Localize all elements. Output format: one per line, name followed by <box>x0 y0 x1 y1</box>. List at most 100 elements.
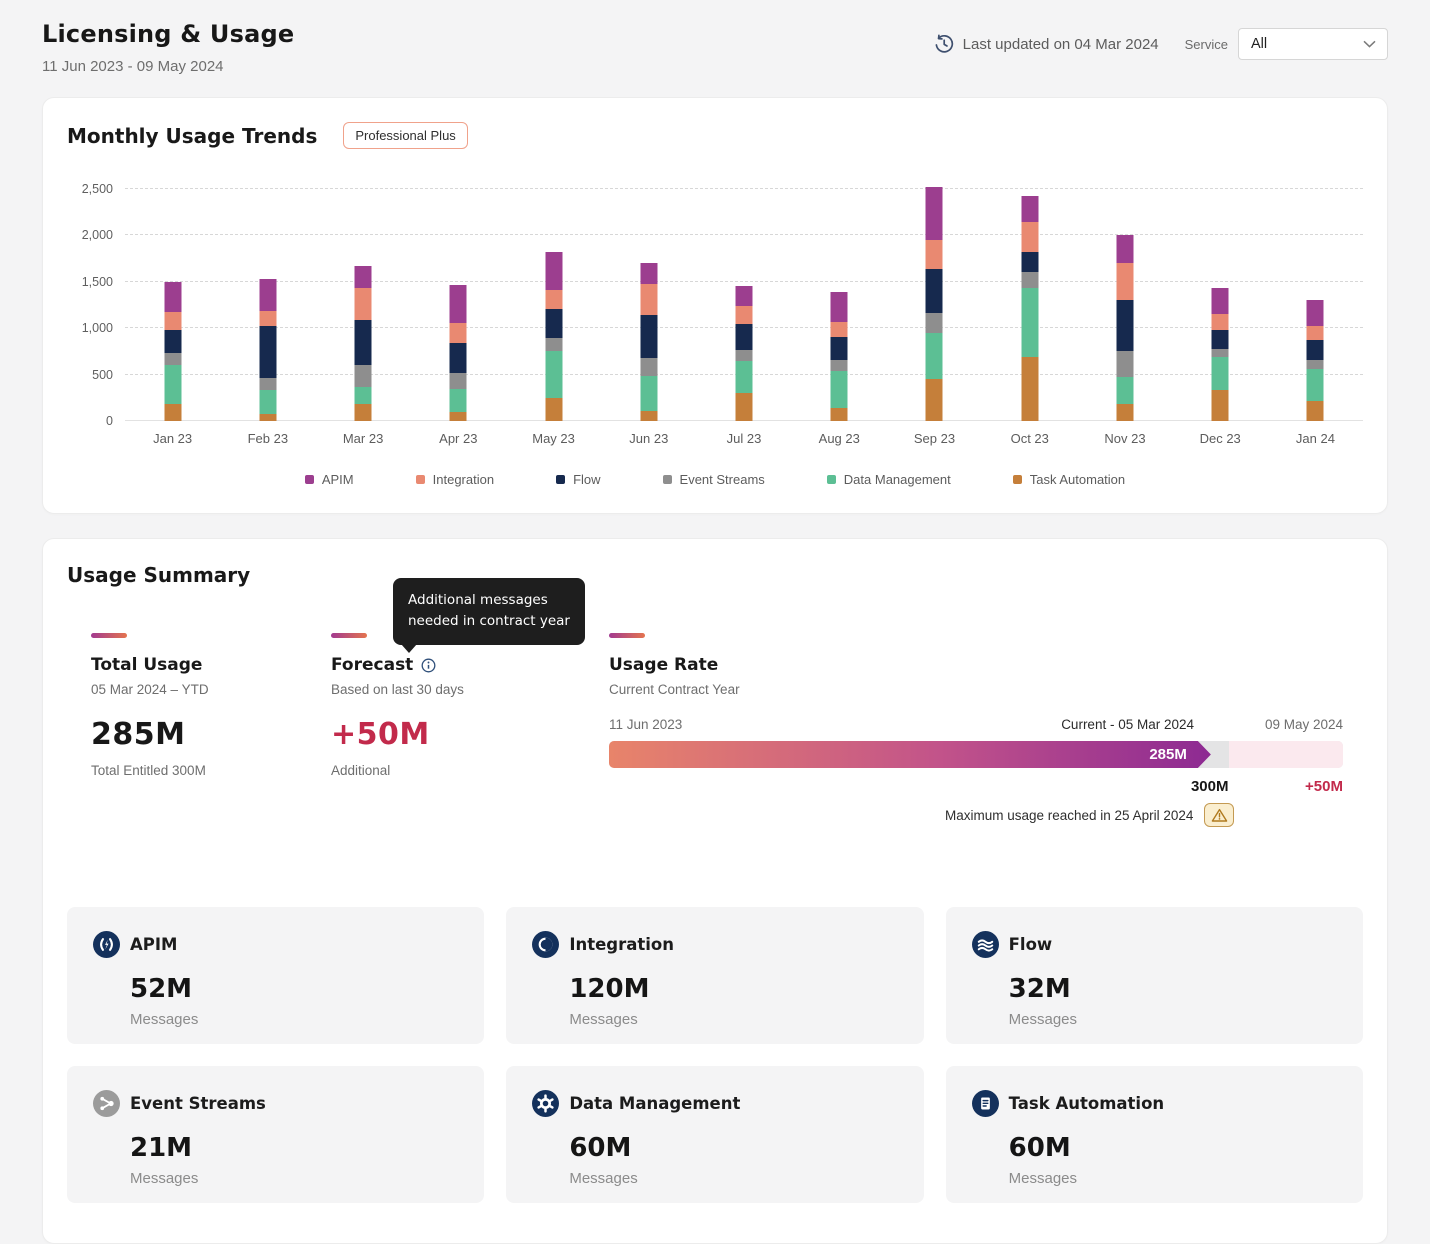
stacked-bar[interactable] <box>1021 196 1038 421</box>
x-tick-label: Jan 23 <box>125 431 220 446</box>
legend-swatch <box>663 475 672 484</box>
stacked-bar[interactable] <box>1212 288 1229 421</box>
bar-segment <box>640 411 657 421</box>
legend-item[interactable]: Event Streams <box>663 472 765 487</box>
service-card: APIM52MMessages <box>67 907 484 1044</box>
stacked-bar[interactable] <box>259 279 276 421</box>
service-unit: Messages <box>130 1170 458 1187</box>
bar-segment <box>831 408 848 421</box>
service-select[interactable]: All <box>1238 28 1388 60</box>
service-name: Task Automation <box>1009 1094 1165 1113</box>
x-tick-label: Aug 23 <box>792 431 887 446</box>
page-title: Licensing & Usage <box>42 20 294 48</box>
accent-pill <box>331 633 367 638</box>
total-usage-subtitle: 05 Mar 2024 – YTD <box>91 682 331 697</box>
contract-current-date: Current - 05 Mar 2024 <box>1061 717 1194 732</box>
legend-label: Integration <box>433 472 494 487</box>
bar-segment <box>545 290 562 309</box>
service-value: 32M <box>1009 974 1337 1004</box>
bar-segment <box>259 390 276 413</box>
stacked-bar[interactable] <box>640 263 657 421</box>
integration-icon <box>532 931 559 958</box>
current-usage-segment: 285M <box>609 741 1211 768</box>
stacked-bar[interactable] <box>164 282 181 421</box>
forecast-footnote: Additional <box>331 763 609 778</box>
stacked-bar[interactable] <box>736 286 753 421</box>
service-card-header: Task Automation <box>972 1090 1337 1117</box>
forecast-value: +50M <box>331 717 609 752</box>
bar-segment <box>640 358 657 377</box>
info-icon[interactable] <box>421 658 436 673</box>
usage-rate-subtitle: Current Contract Year <box>609 682 1343 697</box>
stacked-bar[interactable] <box>926 187 943 421</box>
forecast-tooltip: Additional messages needed in contract y… <box>393 578 585 645</box>
bar-segment <box>545 309 562 339</box>
bar-segment <box>259 326 276 378</box>
stacked-bar[interactable] <box>355 266 372 421</box>
service-card-header: APIM <box>93 931 458 958</box>
legend-label: Flow <box>573 472 600 487</box>
page-header: Licensing & Usage 11 Jun 2023 - 09 May 2… <box>0 0 1430 75</box>
legend-swatch <box>416 475 425 484</box>
entitled-label: 300M <box>1191 778 1229 795</box>
legend-item[interactable]: APIM <box>305 472 354 487</box>
usage-rate-bar-value: 285M <box>1149 746 1187 763</box>
stacked-bar[interactable] <box>545 252 562 421</box>
stacked-bar[interactable] <box>450 285 467 421</box>
service-card: Task Automation60MMessages <box>946 1066 1363 1203</box>
service-card: Integration120MMessages <box>506 907 923 1044</box>
bar-segment <box>1212 349 1229 358</box>
legend-swatch <box>827 475 836 484</box>
forecast-subtitle: Based on last 30 days <box>331 682 609 697</box>
service-value: 120M <box>569 974 897 1004</box>
bar-segment <box>926 269 943 314</box>
tooltip-line-2: needed in contract year <box>408 611 570 633</box>
x-tick-label: Oct 23 <box>982 431 1077 446</box>
service-card: Event Streams21MMessages <box>67 1066 484 1203</box>
bar-segment <box>164 404 181 421</box>
service-value: 52M <box>130 974 458 1004</box>
forecast-title: Forecast Additional messages needed in c… <box>331 655 436 675</box>
legend-label: Data Management <box>844 472 951 487</box>
bar-segment <box>831 292 848 322</box>
total-usage-title: Total Usage <box>91 655 202 675</box>
warning-icon[interactable] <box>1204 803 1234 827</box>
bar-segment <box>736 361 753 393</box>
bar-segment <box>926 333 943 379</box>
bar-segment <box>355 288 372 320</box>
bar-segment <box>1307 340 1324 360</box>
bar-segment <box>1021 196 1038 223</box>
service-unit: Messages <box>569 1011 897 1028</box>
chart-y-axis: 05001,0001,5002,0002,500 <box>67 189 125 421</box>
x-tick-label: Nov 23 <box>1077 431 1172 446</box>
usage-rate-title: Usage Rate <box>609 655 718 675</box>
bar-segment <box>545 252 562 290</box>
service-cards: APIM52MMessagesIntegration120MMessagesFl… <box>67 907 1363 1203</box>
bar-segment <box>450 412 467 421</box>
bar-segment <box>259 311 276 327</box>
bar-segment <box>1116 351 1133 377</box>
service-name: Data Management <box>569 1094 740 1113</box>
bar-segment <box>545 351 562 397</box>
legend-item[interactable]: Data Management <box>827 472 951 487</box>
legend-item[interactable]: Integration <box>416 472 494 487</box>
plan-badge: Professional Plus <box>343 122 467 149</box>
service-card: Flow32MMessages <box>946 907 1363 1044</box>
stacked-bar[interactable] <box>1116 235 1133 421</box>
service-card-header: Event Streams <box>93 1090 458 1117</box>
legend-item[interactable]: Task Automation <box>1013 472 1125 487</box>
bar-segment <box>1307 360 1324 368</box>
service-value: 60M <box>1009 1133 1337 1163</box>
bar-segment <box>1116 377 1133 404</box>
legend-swatch <box>556 475 565 484</box>
accent-pill <box>609 633 645 638</box>
bar-segment <box>1212 314 1229 329</box>
bar-segment <box>450 343 467 373</box>
service-unit: Messages <box>569 1170 897 1187</box>
y-tick-label: 2,000 <box>82 228 113 242</box>
bar-segment <box>355 320 372 365</box>
stacked-bar[interactable] <box>831 292 848 421</box>
stacked-bar[interactable] <box>1307 300 1324 421</box>
legend-item[interactable]: Flow <box>556 472 600 487</box>
bar-segment <box>736 324 753 350</box>
